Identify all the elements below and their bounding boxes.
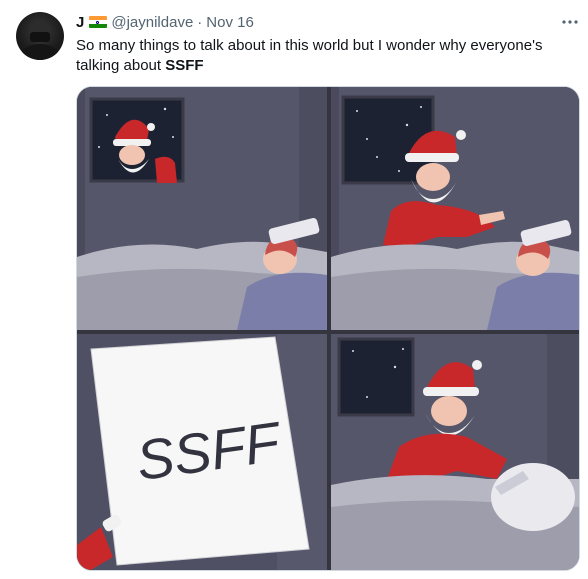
avatar-shoulders [20, 44, 60, 60]
tweet-text-body: So many things to talk about in this wor… [76, 37, 543, 74]
tweet-date[interactable]: Nov 16 [206, 14, 254, 31]
comic-panel-4 [331, 334, 579, 570]
more-options-icon[interactable] [560, 12, 580, 32]
comic-panel-3: SSFF [77, 334, 327, 570]
author-handle[interactable]: @jaynildave [111, 14, 193, 31]
comic-image: SSFF [77, 87, 579, 570]
tweet-media[interactable]: SSFF [76, 86, 580, 571]
author-name[interactable]: J [76, 14, 84, 31]
tweet-text-highlight: SSFF [165, 57, 204, 74]
avatar-mask [30, 32, 50, 42]
tweet-header: J @jaynildave · Nov 16 [76, 12, 254, 32]
comic-panel-1 [77, 87, 327, 330]
india-flag-icon [89, 16, 108, 28]
comic-panel-2 [331, 87, 579, 330]
tweet-text: So many things to talk about in this wor… [76, 36, 576, 76]
separator-dot: · [197, 13, 203, 31]
avatar[interactable] [16, 12, 64, 60]
